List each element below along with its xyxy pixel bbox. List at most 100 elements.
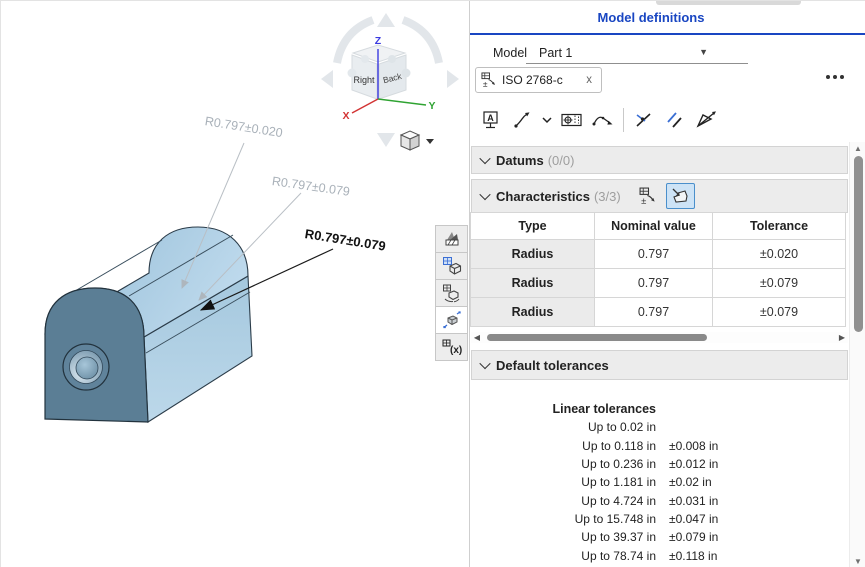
parallel-lines-icon	[664, 109, 686, 131]
pick-from-model-button-active[interactable]	[666, 183, 695, 209]
horizontal-scroll-thumb[interactable]	[487, 334, 707, 341]
exploded-view-tool-button-active[interactable]	[435, 306, 468, 334]
rotate-right-arrow[interactable]	[403, 20, 439, 63]
3d-viewport[interactable]: Right Back Z X Y	[1, 1, 470, 567]
grid-cube-rotate-icon	[442, 283, 462, 303]
linear-tolerance-row: Up to 4.724 in ±0.031 in	[470, 491, 848, 509]
linear-tolerance-row: Up to 0.236 in ±0.012 in	[470, 455, 848, 473]
app-window: Right Back Z X Y	[1, 1, 864, 566]
linear-tolerance-row: Up to 0.02 in	[470, 418, 848, 436]
vertical-scrollbar[interactable]: ▲ ▼	[849, 142, 865, 567]
tolerance-range: Up to 0.02 in	[470, 420, 656, 434]
cell-tolerance: ±0.079	[712, 297, 846, 327]
direction-flag-icon	[694, 109, 718, 131]
linear-tolerance-row: Up to 15.748 in ±0.047 in	[470, 510, 848, 528]
intersection-icon	[633, 109, 655, 131]
column-header-nominal[interactable]: Nominal value	[594, 212, 713, 240]
scroll-right-arrow[interactable]: ▶	[836, 333, 848, 342]
chevron-down-icon	[541, 114, 553, 126]
general-tolerance-icon: ±	[481, 72, 498, 89]
cell-tolerance: ±0.020	[712, 239, 846, 269]
grid-expression-icon: (x)	[441, 337, 463, 357]
datums-count: (0/0)	[548, 153, 575, 168]
svg-text:A: A	[487, 113, 494, 123]
characteristics-section-header[interactable]: Characteristics (3/3) ±	[471, 179, 848, 213]
table-row[interactable]: Radius 0.797 ±0.079	[471, 269, 848, 298]
tolerance-range: Up to 1.181 in	[470, 475, 656, 489]
angle-dimension-button[interactable]	[590, 107, 616, 133]
parallel-tool-button[interactable]	[662, 107, 688, 133]
table-row[interactable]: Radius 0.797 ±0.020	[471, 240, 848, 269]
linear-tolerances-title: Linear tolerances	[470, 402, 656, 416]
dimension-dropdown-button[interactable]	[540, 107, 554, 133]
note-tool-button[interactable]: A	[478, 107, 504, 133]
linear-tolerances-rows: Up to 0.02 in Up to 0.118 in ±0.008 in U…	[470, 418, 848, 564]
datums-title: Datums	[496, 153, 544, 168]
cell-nominal: 0.797	[594, 297, 713, 327]
viewcube-face-right[interactable]: Right	[353, 75, 375, 85]
svg-text:±: ±	[641, 195, 646, 205]
general-tolerance-icon[interactable]: ±	[639, 187, 658, 206]
viewcube-body[interactable]	[348, 45, 411, 99]
chevron-down-icon	[479, 189, 490, 200]
svg-text:(x): (x)	[450, 345, 462, 356]
intersection-tool-button[interactable]	[631, 107, 657, 133]
tolerance-value: ±0.02 in	[669, 475, 712, 489]
default-tolerances-title: Default tolerances	[496, 358, 609, 373]
model-definitions-tool-button[interactable]	[435, 252, 468, 280]
linear-tolerance-row: Up to 1.181 in ±0.02 in	[470, 473, 848, 491]
axis-z-label: Z	[375, 35, 382, 47]
scroll-left-arrow[interactable]: ◀	[471, 333, 483, 342]
tolerance-value: ±0.118 in	[669, 549, 717, 563]
3d-scene: Right Back Z X Y	[1, 1, 470, 567]
chevron-down-icon	[479, 153, 490, 164]
cell-nominal: 0.797	[594, 268, 713, 298]
linear-tolerances-block: Linear tolerances Up to 0.02 in Up to 0.…	[470, 400, 848, 565]
dimension-tool-button[interactable]	[509, 107, 535, 133]
toolbar-separator	[623, 108, 624, 132]
scroll-up-arrow[interactable]: ▲	[850, 144, 865, 153]
tolerance-value: ±0.012 in	[669, 457, 718, 471]
tab-remnant	[656, 1, 801, 5]
model-dropdown[interactable]: Part 1 ▼	[526, 41, 748, 64]
datum-direction-button[interactable]	[693, 107, 719, 133]
horizontal-scrollbar[interactable]: ◀ ▶	[471, 332, 848, 343]
annotation-toolbar: A	[470, 99, 865, 140]
part-model[interactable]	[45, 227, 252, 422]
cube-arrows-icon	[442, 310, 462, 330]
standard-chip-label: ISO 2768-c	[502, 73, 584, 87]
expressions-tool-button[interactable]: (x)	[435, 333, 468, 361]
dimension-icon	[511, 109, 533, 131]
axis-y-label: Y	[428, 100, 435, 112]
cell-type: Radius	[470, 239, 595, 269]
model-views-tool-button[interactable]	[435, 279, 468, 307]
column-header-type[interactable]: Type	[470, 212, 595, 240]
panel-title[interactable]: Model definitions	[470, 10, 832, 25]
scroll-down-arrow[interactable]: ▼	[850, 557, 865, 566]
tolerance-range: Up to 4.724 in	[470, 494, 656, 508]
column-header-tolerance[interactable]: Tolerance	[712, 212, 846, 240]
more-options-button[interactable]	[826, 75, 844, 79]
chevron-down-icon	[479, 358, 490, 369]
chevron-down-icon	[426, 139, 434, 144]
datums-section-header[interactable]: Datums (0/0)	[471, 146, 848, 174]
chip-close-button[interactable]: x	[584, 74, 594, 86]
view-cube[interactable]: Right Back Z X Y	[321, 13, 459, 150]
model-definitions-panel: Model definitions Model Part 1 ▼ ± ISO 2…	[470, 1, 865, 567]
model-dropdown-value: Part 1	[539, 46, 572, 60]
tolerance-standard-chip[interactable]: ± ISO 2768-c x	[475, 67, 602, 93]
chevron-down-icon: ▼	[699, 47, 708, 57]
default-tolerances-section-header[interactable]: Default tolerances	[471, 350, 848, 380]
feature-control-frame-button[interactable]	[559, 107, 585, 133]
panel-title-underline	[470, 33, 865, 35]
side-tool-strip: (x)	[435, 225, 468, 361]
appearance-tool-button[interactable]	[435, 225, 468, 253]
table-body: Radius 0.797 ±0.020 Radius 0.797 ±0.079 …	[471, 240, 848, 327]
display-style-button[interactable]	[401, 131, 434, 150]
cell-type: Radius	[470, 297, 595, 327]
table-row[interactable]: Radius 0.797 ±0.079	[471, 298, 848, 327]
cell-type: Radius	[470, 268, 595, 298]
vertical-scroll-thumb[interactable]	[854, 156, 863, 332]
tolerance-range: Up to 15.748 in	[470, 512, 656, 526]
tolerance-value: ±0.047 in	[669, 512, 718, 526]
